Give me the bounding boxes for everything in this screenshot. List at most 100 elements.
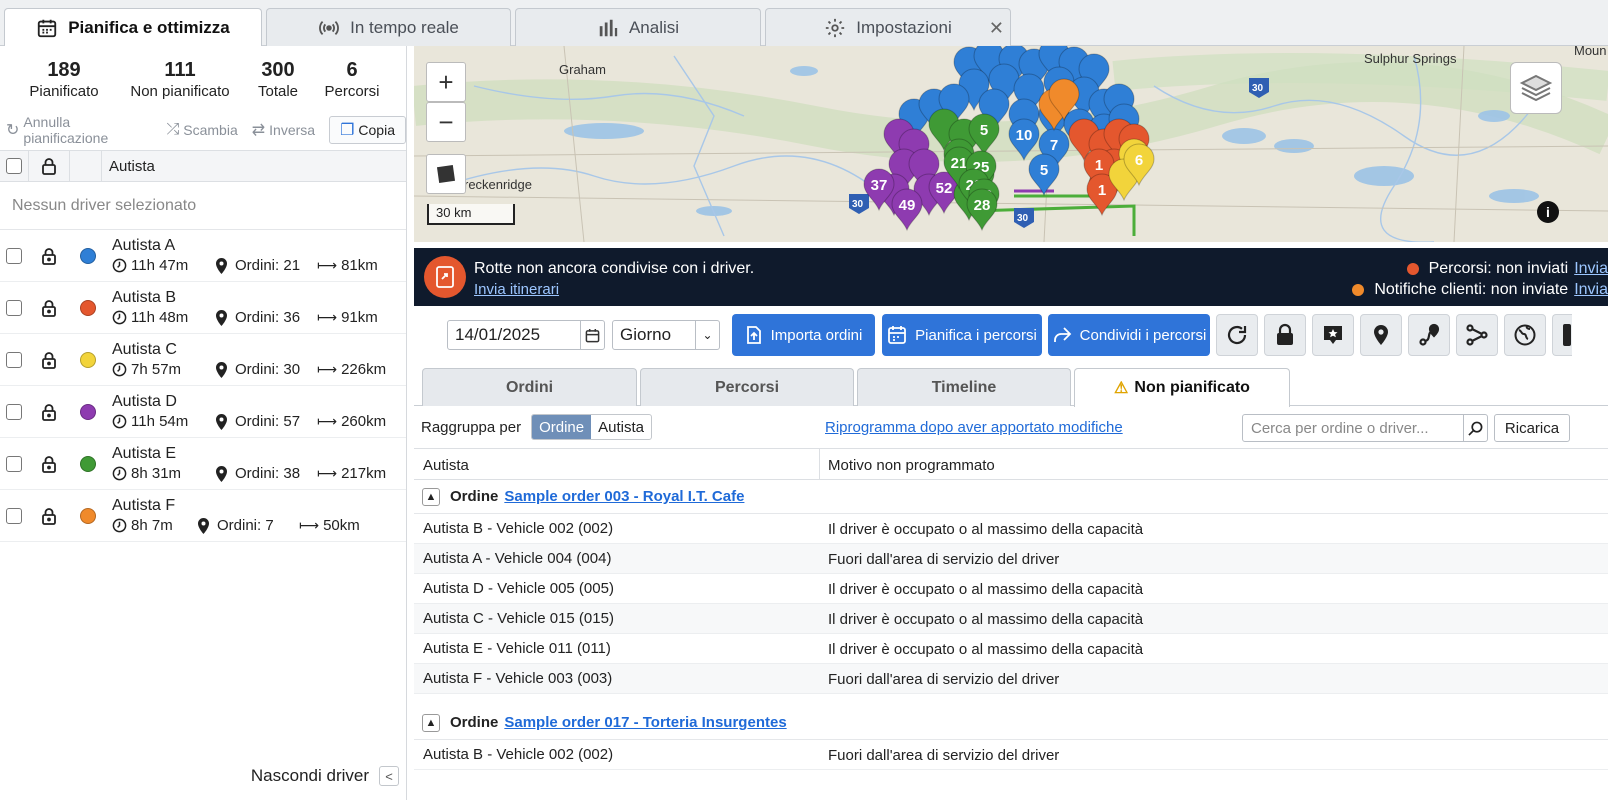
table-row[interactable]: Autista B - Vehicle 002 (002) Il driver …: [414, 514, 1608, 544]
table-row[interactable]: Autista D - Vehicle 005 (005) Il driver …: [414, 574, 1608, 604]
tab-orders[interactable]: Ordini: [422, 368, 637, 406]
calendar-icon[interactable]: [580, 321, 604, 349]
tab-realtime[interactable]: In tempo reale: [266, 8, 511, 46]
send-itineraries-link[interactable]: Invia itinerari: [474, 281, 559, 298]
map-scale: 30 km: [436, 205, 471, 220]
lock-icon[interactable]: [41, 351, 57, 369]
period-select[interactable]: Giorno ⌄: [612, 320, 720, 350]
panel-icon: [1562, 324, 1571, 346]
search-placeholder: Cerca per ordine o driver...: [1251, 419, 1429, 437]
square-icon: [436, 164, 456, 184]
driver-row[interactable]: Autista A 11h 47m Ordini: 21 ⟼ 81km: [0, 230, 406, 282]
table-row[interactable]: Autista A - Vehicle 004 (004) Fuori dall…: [414, 544, 1608, 574]
lock-icon[interactable]: [41, 299, 57, 317]
lock-icon[interactable]: [41, 247, 57, 265]
hide-drivers-toggle[interactable]: Nascondi driver <: [0, 752, 407, 800]
action-bar: ↻ Annulla pianificazione ⤮ Scambia ⇄ Invers…: [0, 110, 406, 150]
globe-button[interactable]: [1504, 314, 1546, 356]
close-icon[interactable]: ✕: [989, 18, 1004, 39]
zoom-in-button[interactable]: +: [426, 62, 466, 102]
route-button[interactable]: [1408, 314, 1450, 356]
order-group-rows: Autista B - Vehicle 002 (002) Fuori dall…: [414, 740, 1608, 770]
order-link[interactable]: Sample order 003 - Royal I.T. Cafe: [504, 488, 744, 505]
route-map[interactable]: Graham Sulphur Springs Moun reckenridge …: [414, 46, 1608, 242]
copy-button[interactable]: ❐ Copia: [329, 116, 406, 144]
order-link[interactable]: Sample order 017 - Torteria Insurgentes: [504, 714, 786, 731]
lock-icon[interactable]: [41, 455, 57, 473]
row-reason: Fuori dall'area di servizio del driver: [828, 671, 1060, 688]
tab-analysis[interactable]: Analisi: [515, 8, 761, 46]
driver-checkbox[interactable]: [6, 507, 22, 524]
location-button[interactable]: [1360, 314, 1402, 356]
plan-routes-button[interactable]: Pianifica i percorsi: [882, 314, 1042, 356]
clock-icon: [112, 518, 127, 533]
routes-status: Percorsi: non inviati Invia: [1406, 260, 1608, 278]
group-by-toggle: Ordine Autista: [531, 414, 652, 440]
collapse-icon[interactable]: ▲: [422, 487, 440, 506]
refresh-button[interactable]: [1216, 314, 1258, 356]
driver-checkbox[interactable]: [6, 299, 22, 316]
reverse-button[interactable]: ⇄ Inversa: [252, 120, 315, 140]
group-by-driver-option[interactable]: Autista: [591, 415, 651, 439]
tab-timeline[interactable]: Timeline: [857, 368, 1071, 406]
table-row[interactable]: Autista B - Vehicle 002 (002) Fuori dall…: [414, 740, 1608, 770]
driver-row[interactable]: Autista F 8h 7m Ordini: 7 ⟼ 50km: [0, 490, 406, 542]
info-icon[interactable]: i: [1537, 201, 1559, 223]
driver-checkbox[interactable]: [6, 455, 22, 472]
stat-value: 6: [346, 58, 358, 81]
import-orders-button[interactable]: Importa ordini: [732, 314, 875, 356]
driver-checkbox[interactable]: [6, 247, 22, 264]
undo-planning-button[interactable]: ↻ Annulla pianificazione: [6, 114, 152, 146]
driver-row[interactable]: Autista B 11h 48m Ordini: 36 ⟼ 91km: [0, 282, 406, 334]
panel-button[interactable]: [1552, 314, 1572, 356]
driver-row[interactable]: Autista E 8h 31m Ordini: 38 ⟼ 217km: [0, 438, 406, 490]
tab-unplanned[interactable]: ⚠ Non pianificato: [1074, 368, 1290, 407]
chevron-left-icon[interactable]: <: [379, 766, 399, 786]
map-label: Moun: [1574, 46, 1607, 58]
optimize-button[interactable]: [1456, 314, 1498, 356]
search-input[interactable]: Cerca per ordine o driver...: [1242, 414, 1488, 442]
distance-icon: ⟼: [299, 517, 320, 533]
pin-number: 1: [1095, 157, 1103, 174]
draw-shape-button[interactable]: [426, 154, 466, 194]
marker-star-button[interactable]: [1312, 314, 1354, 356]
share-routes-button[interactable]: Condividi i percorsi: [1048, 314, 1210, 356]
driver-color-dot: [80, 455, 96, 472]
unplanned-table-body: ▲ Ordine Sample order 003 - Royal I.T. C…: [414, 480, 1608, 770]
select-all-checkbox[interactable]: [6, 158, 22, 174]
chevron-down-icon: ⌄: [695, 321, 719, 349]
swap-button[interactable]: ⤮ Scambia: [166, 121, 237, 139]
driver-row[interactable]: Autista D 11h 54m Ordini: 57 ⟼ 260km: [0, 386, 406, 438]
driver-list: Autista A 11h 47m Ordini: 21 ⟼ 81km Auti…: [0, 230, 406, 542]
pin-number: 5: [980, 122, 988, 139]
tab-settings[interactable]: Impostazioni ✕: [765, 8, 1011, 46]
map-pin-icon: [216, 309, 227, 326]
reschedule-link[interactable]: Riprogramma dopo aver apportato modifich…: [825, 419, 1123, 436]
calendar-icon: [888, 326, 907, 344]
driver-checkbox[interactable]: [6, 403, 22, 420]
tab-routes[interactable]: Percorsi: [640, 368, 854, 406]
group-by-order-option[interactable]: Ordine: [532, 415, 592, 439]
table-row[interactable]: Autista C - Vehicle 015 (015) Il driver …: [414, 604, 1608, 634]
date-picker[interactable]: 14/01/2025: [447, 320, 605, 350]
driver-row[interactable]: Autista C 7h 57m Ordini: 30 ⟼ 226km: [0, 334, 406, 386]
search-icon[interactable]: [1463, 415, 1487, 441]
zoom-out-button[interactable]: −: [426, 102, 466, 142]
reload-button[interactable]: Ricarica: [1494, 414, 1570, 442]
lock-icon[interactable]: [41, 403, 57, 421]
lock-icon[interactable]: [41, 507, 57, 525]
send-notifications-link[interactable]: Invia: [1574, 281, 1608, 299]
tab-plan-optimize[interactable]: Pianifica e ottimizza: [4, 8, 262, 47]
highway-shield: 30: [1252, 83, 1264, 94]
table-row[interactable]: Autista E - Vehicle 011 (011) Il driver …: [414, 634, 1608, 664]
driver-time: 8h 31m: [131, 465, 182, 482]
layers-button[interactable]: [1510, 62, 1562, 114]
lock-button[interactable]: [1264, 314, 1306, 356]
lock-icon[interactable]: [41, 157, 57, 175]
collapse-icon[interactable]: ▲: [422, 713, 440, 732]
stat-label: Percorsi: [324, 82, 380, 100]
send-routes-link[interactable]: Invia: [1574, 260, 1608, 278]
table-row[interactable]: Autista F - Vehicle 003 (003) Fuori dall…: [414, 664, 1608, 694]
driver-checkbox[interactable]: [6, 351, 22, 368]
map-pin-icon: [216, 413, 227, 430]
